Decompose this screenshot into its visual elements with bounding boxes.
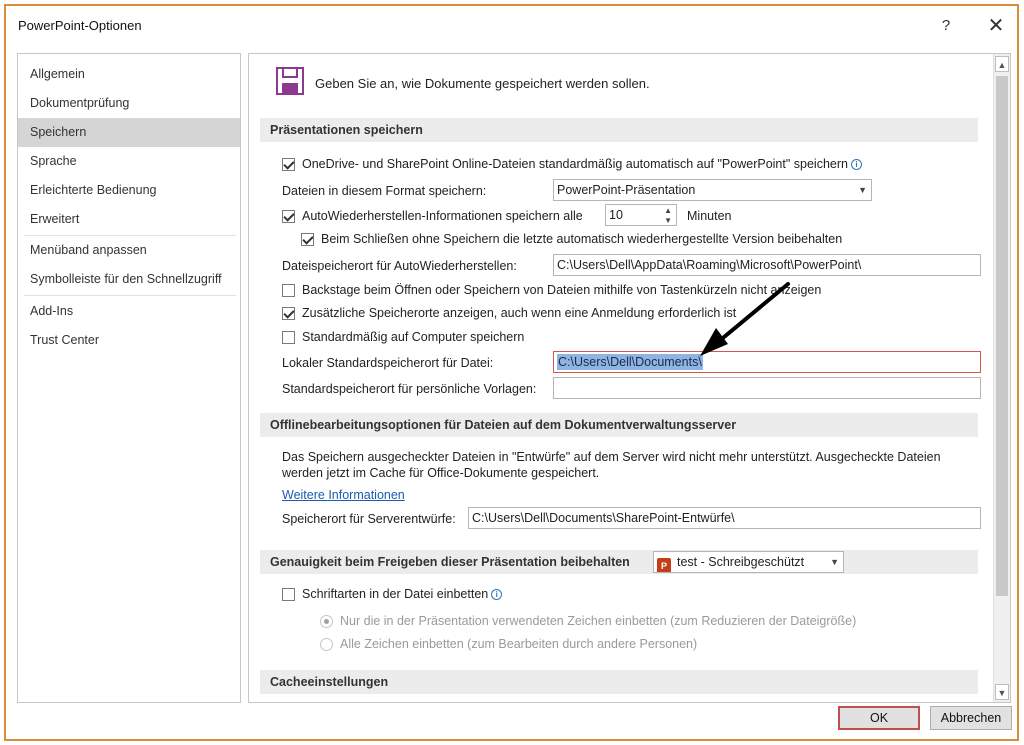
templates-location-label: Standardspeicherort für persönliche Vorl…: [282, 382, 537, 396]
embed-fonts-label: Schriftarten in der Datei einbetten i: [302, 587, 503, 601]
close-button[interactable]: ✕: [982, 14, 1010, 38]
onedrive-autosave-label: OneDrive- und SharePoint Online-Dateien …: [302, 157, 862, 171]
info-icon[interactable]: i: [491, 589, 503, 600]
embed-all-chars-radio[interactable]: [320, 638, 333, 651]
offline-description-line1: Das Speichern ausgecheckter Dateien in "…: [282, 450, 941, 464]
templates-location-input[interactable]: [553, 377, 981, 399]
backstage-label: Backstage beim Öffnen oder Speichern von…: [302, 283, 822, 297]
save-to-computer-checkbox[interactable]: [282, 331, 295, 344]
keep-last-version-checkbox[interactable]: [301, 233, 314, 246]
info-icon[interactable]: i: [850, 159, 862, 170]
minutes-label: Minuten: [687, 209, 732, 223]
help-button[interactable]: ?: [932, 14, 960, 38]
section-header-save: Präsentationen speichern: [260, 118, 978, 142]
local-default-location-value: C:\Users\Dell\Documents\: [557, 354, 703, 370]
presentation-selector-dropdown[interactable]: Ptest - Schreibgeschützt ▼: [653, 551, 844, 573]
embed-all-chars-label: Alle Zeichen einbetten (zum Bearbeiten d…: [340, 637, 698, 651]
embed-fonts-checkbox[interactable]: [282, 588, 295, 601]
sidebar-item-allgemein[interactable]: Allgemein: [18, 60, 240, 89]
autorecover-location-input[interactable]: C:\Users\Dell\AppData\Roaming\Microsoft\…: [553, 254, 981, 276]
chevron-down-icon: ▼: [830, 557, 839, 567]
autorecover-label: AutoWiederherstellen-Informationen speic…: [302, 209, 583, 223]
sidebar-item-schnellzugriff[interactable]: Symbolleiste für den Schnellzugriff: [18, 265, 240, 294]
backstage-checkbox[interactable]: [282, 284, 295, 297]
sidebar-item-erleichterte-bedienung[interactable]: Erleichterte Bedienung: [18, 176, 240, 205]
autorecover-location-label: Dateispeicherort für AutoWiederherstelle…: [282, 259, 517, 273]
sidebar-item-add-ins[interactable]: Add-Ins: [18, 297, 240, 326]
additional-locations-label: Zusätzliche Speicherorte anzeigen, auch …: [302, 306, 737, 320]
local-default-location-input[interactable]: C:\Users\Dell\Documents\: [553, 351, 981, 373]
more-info-link[interactable]: Weitere Informationen: [282, 488, 405, 502]
powerpoint-file-icon: P: [657, 558, 671, 572]
offline-description-line2: werden jetzt im Cache für Office-Dokumen…: [282, 466, 600, 480]
title-bar: PowerPoint-Optionen ? ✕: [6, 6, 1017, 46]
chevron-down-icon: ▼: [858, 185, 867, 195]
sidebar-item-erweitert[interactable]: Erweitert: [18, 205, 240, 234]
options-content: Geben Sie an, wie Dokumente gespeichert …: [248, 53, 1011, 703]
server-drafts-input[interactable]: C:\Users\Dell\Documents\SharePoint-Entwü…: [468, 507, 981, 529]
onedrive-autosave-checkbox[interactable]: [282, 158, 295, 171]
save-to-computer-label: Standardmäßig auf Computer speichern: [302, 330, 525, 344]
section-header-offline: Offlinebearbeitungsoptionen für Dateien …: [260, 413, 978, 437]
page-heading: Geben Sie an, wie Dokumente gespeichert …: [315, 76, 650, 91]
embed-used-chars-radio[interactable]: [320, 615, 333, 628]
additional-locations-checkbox[interactable]: [282, 307, 295, 320]
section-header-fidelity: Genauigkeit beim Freigeben dieser Präsen…: [260, 550, 978, 574]
sidebar-item-speichern[interactable]: Speichern: [18, 118, 240, 147]
options-sidebar: Allgemein Dokumentprüfung Speichern Spra…: [17, 53, 241, 703]
autorecover-minutes-value: 10: [609, 208, 623, 222]
autorecover-checkbox[interactable]: [282, 210, 295, 223]
local-default-label: Lokaler Standardspeicherort für Datei:: [282, 356, 494, 370]
sidebar-item-menueband[interactable]: Menüband anpassen: [18, 236, 240, 265]
sidebar-item-sprache[interactable]: Sprache: [18, 147, 240, 176]
sidebar-item-dokumentpruefung[interactable]: Dokumentprüfung: [18, 89, 240, 118]
sidebar-divider: [24, 295, 236, 296]
scrollbar-thumb[interactable]: [996, 76, 1008, 596]
options-dialog: PowerPoint-Optionen ? ✕ Allgemein Dokume…: [4, 4, 1019, 741]
autorecover-minutes-spinner[interactable]: 10 ▲ ▼: [605, 204, 677, 226]
spinner-icon[interactable]: ▲ ▼: [664, 206, 672, 225]
dialog-title: PowerPoint-Optionen: [18, 18, 142, 33]
format-label: Dateien in diesem Format speichern:: [282, 184, 487, 198]
server-drafts-label: Speicherort für Serverentwürfe:: [282, 512, 456, 526]
keep-last-version-label: Beim Schließen ohne Speichern die letzte…: [321, 232, 843, 246]
scroll-up-icon[interactable]: ▲: [995, 56, 1009, 72]
presentation-selector-value: test - Schreibgeschützt: [677, 555, 805, 569]
vertical-scrollbar[interactable]: ▲ ▼: [993, 54, 1010, 702]
scroll-down-icon[interactable]: ▼: [995, 684, 1009, 700]
format-value: PowerPoint-Präsentation: [557, 183, 696, 197]
cancel-button[interactable]: Abbrechen: [930, 706, 1012, 730]
section-header-cache: Cacheeinstellungen: [260, 670, 978, 694]
format-dropdown[interactable]: PowerPoint-Präsentation ▼: [553, 179, 872, 201]
sidebar-item-trust-center[interactable]: Trust Center: [18, 326, 240, 355]
ok-button[interactable]: OK: [838, 706, 920, 730]
save-icon: [276, 67, 304, 95]
embed-used-chars-label: Nur die in der Präsentation verwendeten …: [340, 614, 857, 628]
